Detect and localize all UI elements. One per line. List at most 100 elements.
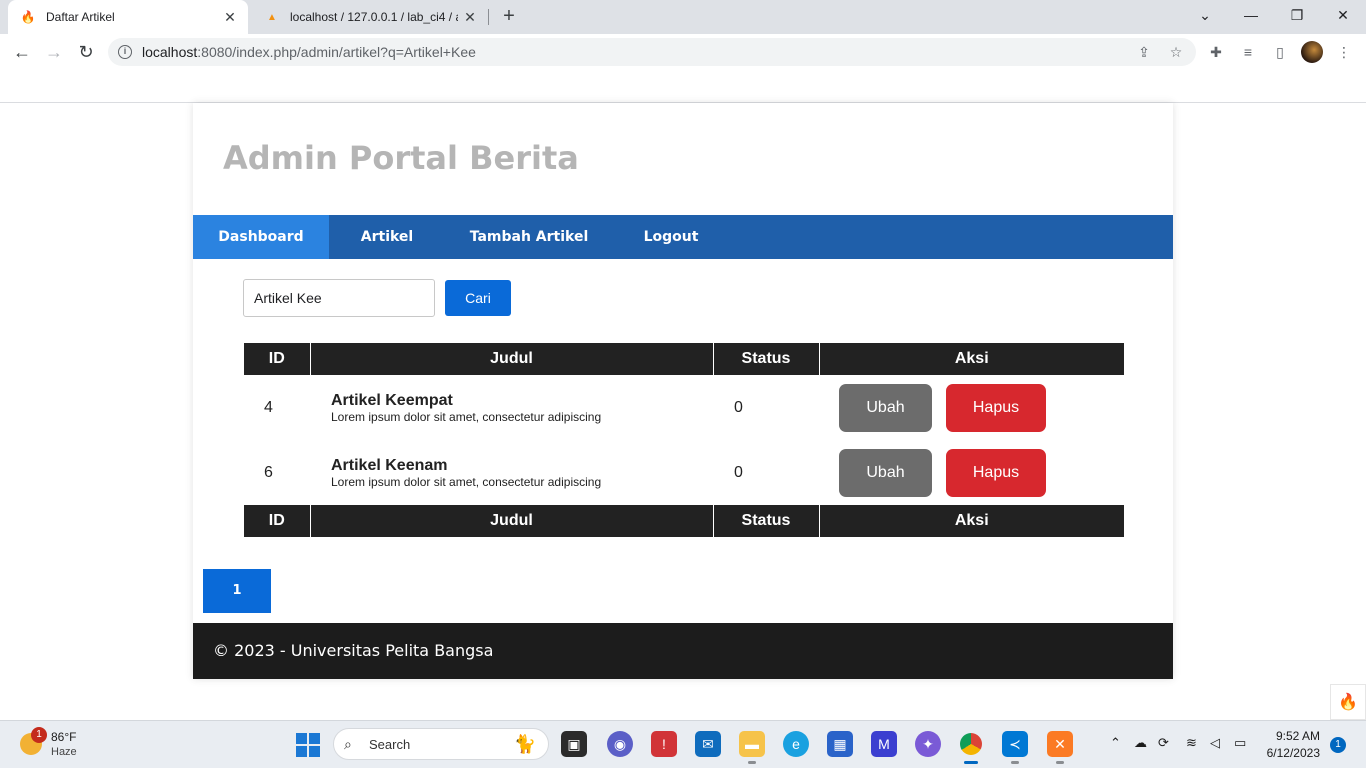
- address-bar[interactable]: i localhost:8080/index.php/admin/artikel…: [108, 38, 1196, 66]
- row-id: 4: [264, 398, 273, 416]
- phpmyadmin-icon: ▲: [267, 11, 277, 23]
- volume-icon[interactable]: ◁: [1210, 735, 1220, 751]
- site-header: Admin Portal Berita: [193, 103, 1173, 215]
- site-footer: © 2023 - Universitas Pelita Bangsa: [193, 623, 1173, 679]
- row-actions: Ubah Hapus: [819, 375, 1124, 440]
- notification-badge[interactable]: 1: [1330, 737, 1346, 753]
- window-close-icon[interactable]: ✕: [1320, 0, 1366, 30]
- search-input[interactable]: [243, 279, 435, 317]
- battery-icon[interactable]: ▭: [1234, 735, 1246, 751]
- search-icon: ⌕: [344, 736, 352, 752]
- row-id: 6: [264, 463, 273, 481]
- url-path: :8080/index.php/admin/artikel?q=Artikel+…: [197, 44, 476, 60]
- close-tab-icon[interactable]: ✕: [218, 9, 242, 26]
- tab-search-chevron-down-icon[interactable]: ⌄: [1182, 0, 1228, 30]
- close-tab-icon[interactable]: ✕: [458, 9, 482, 26]
- column-header-judul: Judul: [310, 343, 714, 375]
- windows-start-icon[interactable]: [296, 733, 320, 757]
- table-header-row: ID Judul Status Aksi: [244, 343, 1124, 375]
- mail-icon[interactable]: ✉: [695, 731, 721, 757]
- browser-tabstrip: 🔥 Daftar Artikel ✕ ▲ localhost / 127.0.0…: [0, 0, 1366, 34]
- nav-logout[interactable]: Logout: [613, 215, 729, 259]
- tab-title: Daftar Artikel: [46, 10, 115, 24]
- wifi-icon[interactable]: ≋: [1186, 735, 1197, 751]
- bookmark-star-icon[interactable]: ☆: [1166, 42, 1186, 62]
- article-title: Artikel Keempat: [331, 391, 453, 409]
- reading-list-icon[interactable]: ≡: [1238, 42, 1258, 62]
- tab-separator: [488, 9, 489, 25]
- row-status: 0: [734, 463, 743, 481]
- page-container: Admin Portal Berita Dashboard Artikel Ta…: [193, 103, 1173, 679]
- taskbar-search-label: Search: [369, 737, 411, 752]
- row-judul: Artikel Keenam Lorem ipsum dolor sit ame…: [310, 440, 713, 505]
- task-view-icon[interactable]: ▣: [561, 731, 587, 757]
- microsoft-store-icon[interactable]: ▦: [827, 731, 853, 757]
- xampp-icon[interactable]: ✕: [1047, 731, 1073, 764]
- row-judul: Artikel Keempat Lorem ipsum dolor sit am…: [310, 375, 713, 440]
- column-footer-id: ID: [244, 505, 311, 537]
- nav-tambah-artikel[interactable]: Tambah Artikel: [445, 215, 613, 259]
- taskbar-search-box[interactable]: ⌕ Search 🐈: [333, 728, 549, 760]
- site-title: Admin Portal Berita: [223, 139, 579, 177]
- show-hidden-icons-chevron-up-icon[interactable]: ⌃: [1110, 735, 1121, 751]
- main-navbar: Dashboard Artikel Tambah Artikel Logout: [193, 215, 1173, 259]
- edit-button[interactable]: Ubah: [839, 448, 932, 497]
- browser-tab-daftar-artikel[interactable]: 🔥 Daftar Artikel ✕: [8, 0, 248, 34]
- clock-date[interactable]: 6/12/2023: [1262, 746, 1320, 760]
- edit-button[interactable]: Ubah: [839, 383, 932, 432]
- browser-toolbar: ← → ↻ i localhost:8080/index.php/admin/a…: [0, 34, 1366, 70]
- side-panel-icon[interactable]: ▯: [1270, 42, 1290, 62]
- article-title: Artikel Keenam: [331, 456, 448, 474]
- browser-tab-phpmyadmin[interactable]: ▲ localhost / 127.0.0.1 / lab_ci4 / ar ✕: [252, 0, 488, 34]
- table-footer-row: ID Judul Status Aksi: [244, 505, 1124, 537]
- extensions-puzzle-icon[interactable]: ✚: [1206, 42, 1226, 62]
- delete-button[interactable]: Hapus: [946, 383, 1046, 432]
- weather-temperature[interactable]: 86°F: [51, 730, 76, 744]
- forward-arrow-icon[interactable]: →: [42, 40, 66, 64]
- share-icon[interactable]: ⇪: [1134, 42, 1154, 62]
- nav-artikel[interactable]: Artikel: [329, 215, 445, 259]
- column-header-id: ID: [244, 343, 311, 375]
- table-row: 6 Artikel Keenam Lorem ipsum dolor sit a…: [244, 440, 1124, 505]
- minimize-icon[interactable]: —: [1228, 0, 1274, 30]
- sync-icon[interactable]: ⟳: [1158, 735, 1169, 751]
- pagination-page-1[interactable]: 1: [203, 569, 271, 613]
- app-icon-blue-m[interactable]: M: [871, 731, 897, 757]
- app-icon-red[interactable]: !: [651, 731, 677, 757]
- column-header-aksi: Aksi: [819, 343, 1124, 375]
- clock-time[interactable]: 9:52 AM: [1270, 729, 1320, 743]
- url-host: localhost: [142, 44, 198, 60]
- edge-browser-icon[interactable]: e: [783, 731, 809, 757]
- codeigniter-flame-icon: 🔥: [20, 10, 36, 24]
- teams-chat-icon[interactable]: ◉: [607, 731, 633, 757]
- onedrive-cloud-icon[interactable]: ☁: [1134, 735, 1147, 751]
- table-row: 4 Artikel Keempat Lorem ipsum dolor sit …: [244, 375, 1124, 440]
- footer-text: © 2023 - Universitas Pelita Bangsa: [213, 641, 494, 660]
- weather-badge: 1: [31, 727, 47, 743]
- more-menu-icon[interactable]: ⋮: [1334, 42, 1354, 62]
- column-footer-judul: Judul: [310, 505, 714, 537]
- address-url: localhost:8080/index.php/admin/artikel?q…: [142, 38, 476, 66]
- nav-dashboard[interactable]: Dashboard: [193, 215, 329, 259]
- site-info-icon[interactable]: i: [118, 45, 132, 59]
- copilot-icon[interactable]: ✦: [915, 731, 941, 757]
- tab-title: localhost / 127.0.0.1 / lab_ci4 / ar: [290, 10, 458, 24]
- delete-button[interactable]: Hapus: [946, 448, 1046, 497]
- reload-icon[interactable]: ↻: [74, 40, 98, 64]
- codeigniter-debug-toolbar-icon[interactable]: 🔥: [1330, 684, 1366, 720]
- file-explorer-icon[interactable]: ▬: [739, 731, 765, 764]
- new-tab-plus-icon[interactable]: +: [498, 5, 520, 27]
- restore-icon[interactable]: ❐: [1274, 0, 1320, 30]
- column-header-status: Status: [713, 343, 820, 375]
- weather-description[interactable]: Haze: [51, 746, 77, 758]
- row-actions: Ubah Hapus: [819, 440, 1124, 505]
- column-footer-aksi: Aksi: [819, 505, 1124, 537]
- vscode-icon[interactable]: ≺: [1002, 731, 1028, 764]
- windows-taskbar: 1 86°F Haze ⌕ Search 🐈 ▣ ◉ ! ✉ ▬ e ▦ M ✦…: [0, 720, 1366, 768]
- column-footer-status: Status: [713, 505, 820, 537]
- back-arrow-icon[interactable]: ←: [10, 40, 34, 64]
- articles-table: ID Judul Status Aksi 4 Artikel Keempat L…: [244, 343, 1124, 537]
- profile-avatar[interactable]: [1301, 41, 1323, 63]
- chrome-icon[interactable]: [958, 731, 984, 764]
- search-button[interactable]: Cari: [445, 280, 511, 316]
